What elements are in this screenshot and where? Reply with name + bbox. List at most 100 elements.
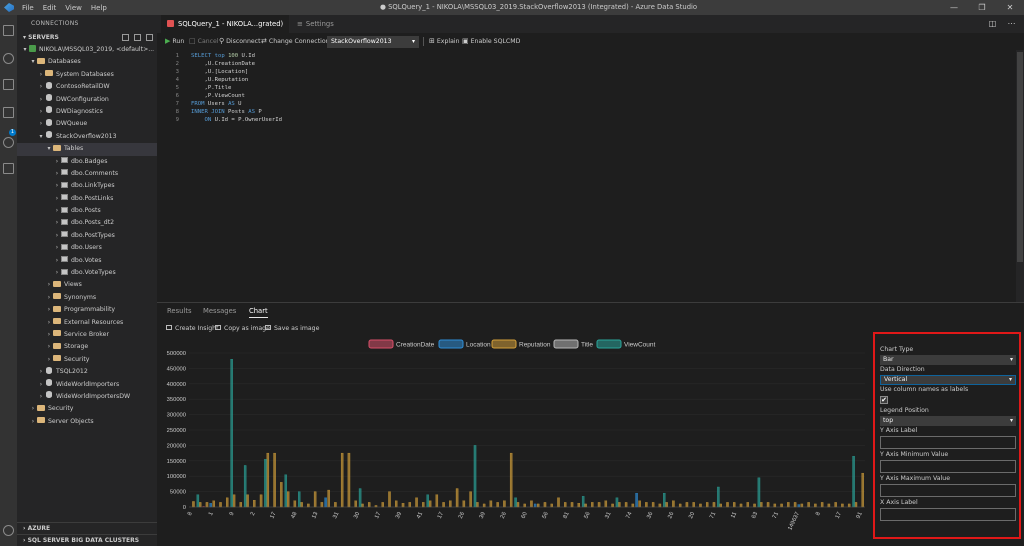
save-as-image-button[interactable]: Save as image [265, 325, 319, 332]
chevron-right-icon[interactable]: › [37, 366, 45, 378]
tree-item[interactable]: › DWDiagnostics [17, 106, 157, 118]
tab-settings[interactable]: ≡ Settings [291, 15, 351, 33]
tree-item[interactable]: ▾ StackOverflow2013 [17, 131, 157, 143]
database-select[interactable]: StackOverflow2013 ▾ [327, 36, 419, 48]
source-control-icon[interactable] [3, 107, 14, 118]
notebook-icon[interactable] [3, 79, 14, 90]
code-line[interactable]: 3 ,U.[Location] [157, 68, 249, 76]
chevron-right-icon[interactable]: › [53, 242, 61, 254]
chevron-right-icon[interactable]: › [53, 217, 61, 229]
code-line[interactable]: 6 ,P.ViewCount [157, 92, 245, 100]
tree-item[interactable]: › Storage [17, 341, 157, 353]
tree-item[interactable]: › dbo.Votes [17, 255, 157, 267]
code-line[interactable]: 5 ,P.Title [157, 84, 232, 92]
minimize-button[interactable]: — [940, 0, 968, 15]
gear-icon[interactable] [3, 525, 14, 536]
tree-item[interactable]: ▾ Tables [17, 143, 157, 156]
big-data-clusters-section-header[interactable]: › SQL SERVER BIG DATA CLUSTERS [17, 534, 157, 546]
chevron-right-icon[interactable]: › [53, 267, 61, 279]
chevron-right-icon[interactable]: › [37, 69, 45, 81]
tab-chart[interactable]: Chart [249, 307, 268, 318]
restore-button[interactable]: ❐ [968, 0, 996, 15]
chevron-right-icon[interactable]: › [37, 379, 45, 391]
chevron-right-icon[interactable]: › [53, 168, 61, 180]
chevron-right-icon[interactable]: › [37, 391, 45, 403]
chevron-down-icon[interactable]: ▾ [29, 56, 37, 68]
new-connection-icon[interactable] [122, 34, 129, 41]
code-line[interactable]: 9 ON U.Id = P.OwnerUserId [157, 116, 282, 124]
tree-item[interactable]: › dbo.LinkTypes [17, 180, 157, 192]
chevron-right-icon[interactable]: › [45, 304, 53, 316]
tab-results[interactable]: Results [167, 307, 192, 315]
tree-item[interactable]: › Programmability [17, 304, 157, 316]
tree-item[interactable]: ▾ Databases [17, 56, 157, 68]
chevron-right-icon[interactable]: › [45, 341, 53, 353]
menu-help[interactable]: Help [91, 4, 107, 12]
tree-item[interactable]: › Service Broker [17, 329, 157, 341]
tree-item[interactable]: › WideWorldImporters [17, 379, 157, 391]
chevron-right-icon[interactable]: › [37, 81, 45, 93]
close-button[interactable]: ✕ [996, 0, 1024, 15]
tree-item[interactable]: › WideWorldImportersDW [17, 391, 157, 403]
explain-button[interactable]: ⊞ Explain [429, 33, 460, 50]
use-column-names-checkbox[interactable]: ✔ [880, 396, 888, 404]
chevron-right-icon[interactable]: › [45, 279, 53, 291]
tree-item[interactable]: › dbo.Posts_dt2 [17, 217, 157, 229]
extensions-icon[interactable] [3, 163, 14, 174]
chevron-right-icon[interactable]: › [53, 230, 61, 242]
cancel-button[interactable]: □ Cancel [189, 33, 219, 50]
chevron-down-icon[interactable]: ▾ [45, 143, 53, 155]
chart-type-select[interactable]: Bar ▾ [880, 355, 1016, 365]
menu-view[interactable]: View [65, 4, 82, 12]
chevron-down-icon[interactable]: ▾ [37, 131, 45, 143]
tree-item[interactable]: › System Databases [17, 69, 157, 81]
y-axis-label-input[interactable] [880, 436, 1016, 449]
tree-item[interactable]: › Server Objects [17, 416, 157, 428]
menu-file[interactable]: File [22, 4, 34, 12]
code-line[interactable]: 4 ,U.Reputation [157, 76, 249, 84]
tree-item[interactable]: › DWQueue [17, 118, 157, 130]
chevron-right-icon[interactable]: › [45, 354, 53, 366]
tree-item[interactable]: › ContosoRetailDW [17, 81, 157, 93]
chevron-right-icon[interactable]: › [53, 255, 61, 267]
enable-sqlcmd-button[interactable]: ▣ Enable SQLCMD [462, 33, 520, 50]
create-insight-button[interactable]: Create Insight [166, 325, 219, 332]
tree-item[interactable]: › dbo.VoteTypes [17, 267, 157, 279]
code-editor[interactable]: 1 SELECT top 100 U.Id 2 ,U.CreationDate 3 ,… [157, 50, 1024, 302]
tree-item[interactable]: › Security [17, 403, 157, 415]
connections-icon[interactable] [3, 25, 14, 36]
azure-section-header[interactable]: › AZURE [17, 522, 157, 534]
search-icon[interactable] [3, 53, 14, 64]
tree-item[interactable]: › dbo.Users [17, 242, 157, 254]
chevron-right-icon[interactable]: › [37, 106, 45, 118]
chevron-right-icon[interactable]: › [37, 118, 45, 130]
y-axis-min-input[interactable] [880, 460, 1016, 473]
chevron-right-icon[interactable]: › [45, 329, 53, 341]
tree-item[interactable]: › TSQL2012 [17, 366, 157, 378]
tree-item[interactable]: › dbo.Posts [17, 205, 157, 217]
servers-section-header[interactable]: ▾ SERVERS [17, 32, 157, 44]
run-button[interactable]: ▶ Run [165, 33, 184, 50]
tree-item[interactable]: › dbo.PostLinks [17, 193, 157, 205]
more-actions-icon[interactable]: ⋯ [1007, 19, 1016, 28]
change-connection-button[interactable]: ⇄ Change Connection [261, 33, 330, 50]
code-line[interactable]: 7 FROM Users AS U [157, 100, 242, 108]
new-server-group-icon[interactable] [134, 34, 141, 41]
x-axis-label-input[interactable] [880, 508, 1016, 521]
editor-scrollbar-thumb[interactable] [1017, 52, 1023, 262]
tab-messages[interactable]: Messages [203, 307, 236, 315]
chevron-down-icon[interactable]: ▾ [21, 44, 29, 56]
disconnect-button[interactable]: ⚲ Disconnect [219, 33, 261, 50]
tree-item[interactable]: › External Resources [17, 317, 157, 329]
chevron-right-icon[interactable]: › [29, 403, 37, 415]
debug-icon[interactable] [3, 137, 14, 148]
chevron-right-icon[interactable]: › [45, 317, 53, 329]
data-direction-select[interactable]: Vertical ▾ [880, 375, 1016, 385]
code-line[interactable]: 8 INNER JOIN Posts AS P [157, 108, 262, 116]
code-line[interactable]: 1 SELECT top 100 U.Id [157, 52, 255, 60]
tab-sqlquery-1[interactable]: SQLQuery_1 - NIKOLA...grated) [161, 15, 289, 44]
split-editor-icon[interactable]: ◫ [988, 19, 997, 28]
y-axis-max-input[interactable] [880, 484, 1016, 497]
tree-item[interactable]: › Security [17, 354, 157, 366]
chevron-right-icon[interactable]: › [53, 180, 61, 192]
